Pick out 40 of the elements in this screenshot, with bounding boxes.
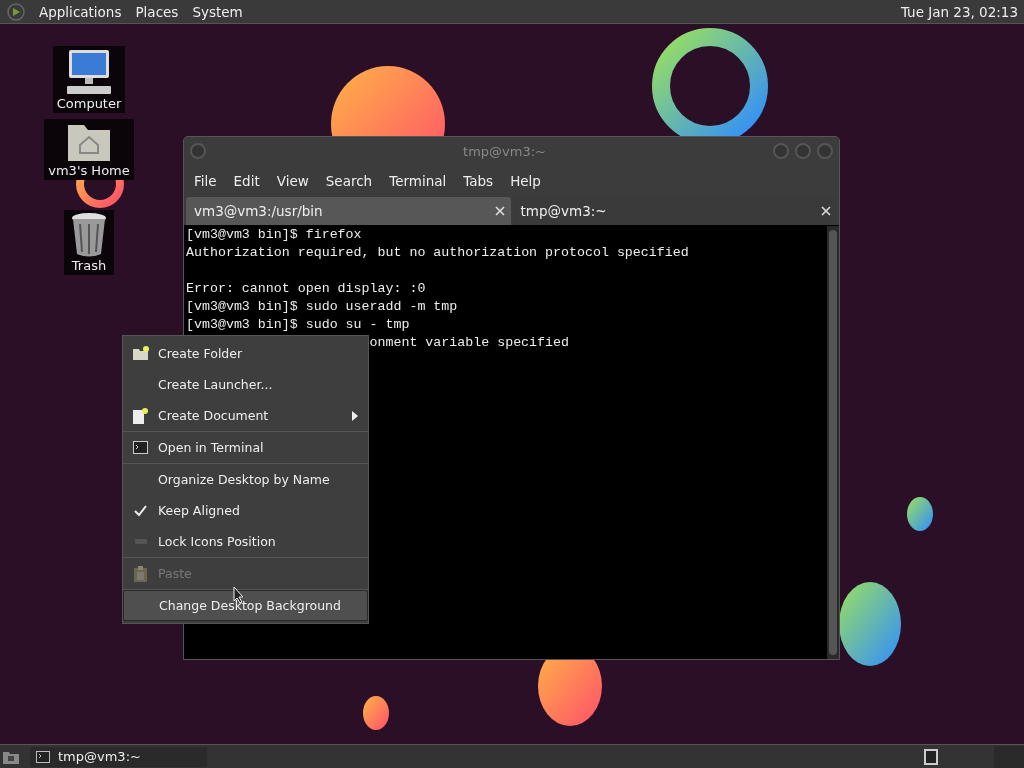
panel-menu[interactable]: Applications xyxy=(32,3,129,20)
menu-item[interactable]: File xyxy=(187,173,224,189)
terminal-icon xyxy=(36,750,50,763)
menu-logo-icon[interactable] xyxy=(6,1,26,22)
terminal-line: Error: cannot open display: :0 xyxy=(186,281,426,296)
menu-item[interactable]: View xyxy=(269,173,316,189)
close-icon[interactable] xyxy=(494,206,505,216)
menu-item[interactable]: Help xyxy=(503,173,548,189)
menu-item[interactable]: Terminal xyxy=(382,173,454,189)
terminal-icon xyxy=(133,441,148,454)
desktop-icon-label[interactable]: Trash xyxy=(71,258,107,273)
panel-menu[interactable]: System xyxy=(185,3,250,20)
submenu-arrow-icon xyxy=(352,410,358,421)
context-menu-item[interactable]: Create Folder xyxy=(123,338,368,369)
trash-icon[interactable] xyxy=(70,212,108,258)
new-folder-icon xyxy=(132,346,149,361)
context-menu-item[interactable]: Open in Terminal xyxy=(123,432,368,464)
clock[interactable]: Tue Jan 23, 02:13 xyxy=(900,3,1018,20)
terminal-line: [vm3@vm3 bin]$ sudo su - tmp xyxy=(186,317,410,332)
context-menu-item[interactable]: Keep Aligned xyxy=(123,495,368,526)
terminal-line: onment variable specified xyxy=(369,335,569,350)
taskbar-button[interactable]: tmp@vm3:~ xyxy=(30,746,207,767)
new-document-icon xyxy=(133,407,148,424)
menu-item[interactable]: Tabs xyxy=(456,173,501,189)
context-menu-item[interactable]: Create Launcher... xyxy=(123,369,368,400)
scrollbar[interactable] xyxy=(827,226,839,659)
terminal-line: [vm3@vm3 bin]$ sudo useradd -m tmp xyxy=(186,299,458,314)
context-menu-item[interactable]: Organize Desktop by Name xyxy=(123,464,368,495)
context-menu-item[interactable]: Lock Icons Position xyxy=(123,526,368,558)
context-menu-item[interactable]: Create Document xyxy=(123,400,368,432)
terminal-line: Authorization required, but no authorization protocol specified xyxy=(186,245,689,260)
context-menu-item[interactable]: Change Desktop Background xyxy=(123,590,368,621)
close-icon[interactable] xyxy=(821,206,831,216)
terminal-tab[interactable]: vm3@vm3:/usr/bin xyxy=(186,197,511,225)
menu-item[interactable]: Search xyxy=(318,173,380,189)
panel-menu[interactable]: Places xyxy=(128,3,186,20)
terminal-line: [vm3@vm3 bin]$ firefox xyxy=(186,227,362,242)
window-title: tmp@vm3:~ xyxy=(462,143,547,159)
paste-icon xyxy=(134,565,147,582)
menu-item[interactable]: Edit xyxy=(226,173,267,189)
